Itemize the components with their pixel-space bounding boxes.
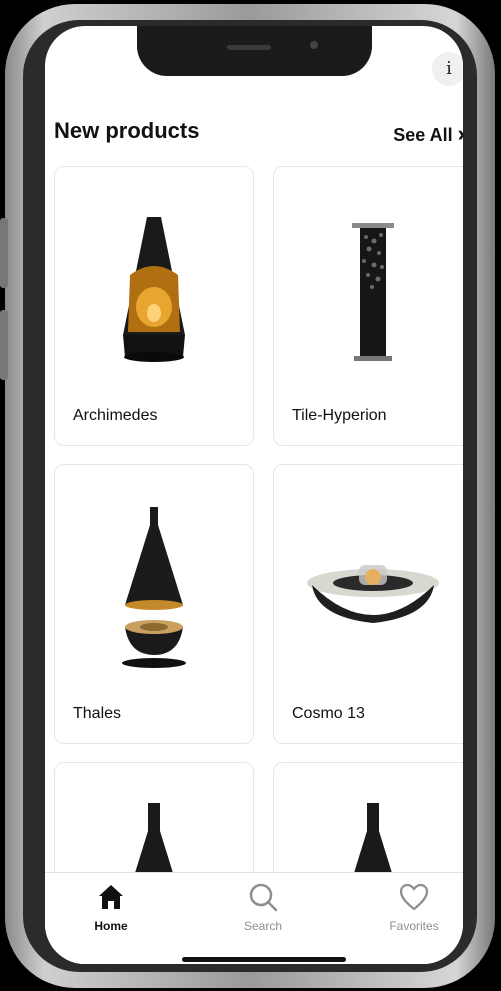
front-camera	[310, 41, 318, 49]
product-card-cosmo-13[interactable]: Cosmo 13	[273, 464, 463, 744]
home-indicator	[182, 957, 346, 962]
volume-down-button	[0, 310, 8, 380]
tile-hyperion-image	[352, 223, 394, 361]
speaker	[227, 45, 271, 50]
product-name: Thales	[73, 705, 122, 722]
search-icon	[249, 883, 278, 912]
tab-search[interactable]: Search	[213, 873, 313, 943]
see-all-label: See All	[393, 125, 453, 145]
bottom-tab-bar: Home Search Favorites	[45, 872, 463, 964]
product-card-tile-hyperion[interactable]: Tile-Hyperion	[273, 166, 463, 446]
product-name: Archimedes	[73, 407, 158, 424]
notch	[137, 26, 372, 76]
product-card-thales[interactable]: Thales	[54, 464, 254, 744]
chevron-right-icon: ›	[458, 121, 463, 146]
tab-favorites[interactable]: Favorites	[364, 873, 463, 943]
product-card-archimedes[interactable]: Archimedes	[54, 166, 254, 446]
tab-label: Home	[94, 919, 128, 933]
phone-screen: i New products See All › Archimedes	[45, 26, 463, 964]
thales-image	[122, 507, 186, 668]
tab-home[interactable]: Home	[61, 873, 161, 943]
archimedes-image	[123, 217, 185, 362]
see-all-link[interactable]: See All ›	[393, 121, 463, 147]
info-button[interactable]: i	[432, 52, 463, 86]
tab-label: Favorites	[389, 919, 439, 933]
volume-up-button	[0, 218, 8, 288]
tab-label: Search	[243, 919, 283, 933]
home-icon	[99, 885, 123, 909]
section-title: New products	[54, 118, 200, 143]
cosmo-13-image	[307, 565, 439, 623]
heart-icon	[399, 883, 429, 911]
product-name: Tile-Hyperion	[292, 407, 387, 424]
product-name: Cosmo 13	[292, 705, 365, 722]
